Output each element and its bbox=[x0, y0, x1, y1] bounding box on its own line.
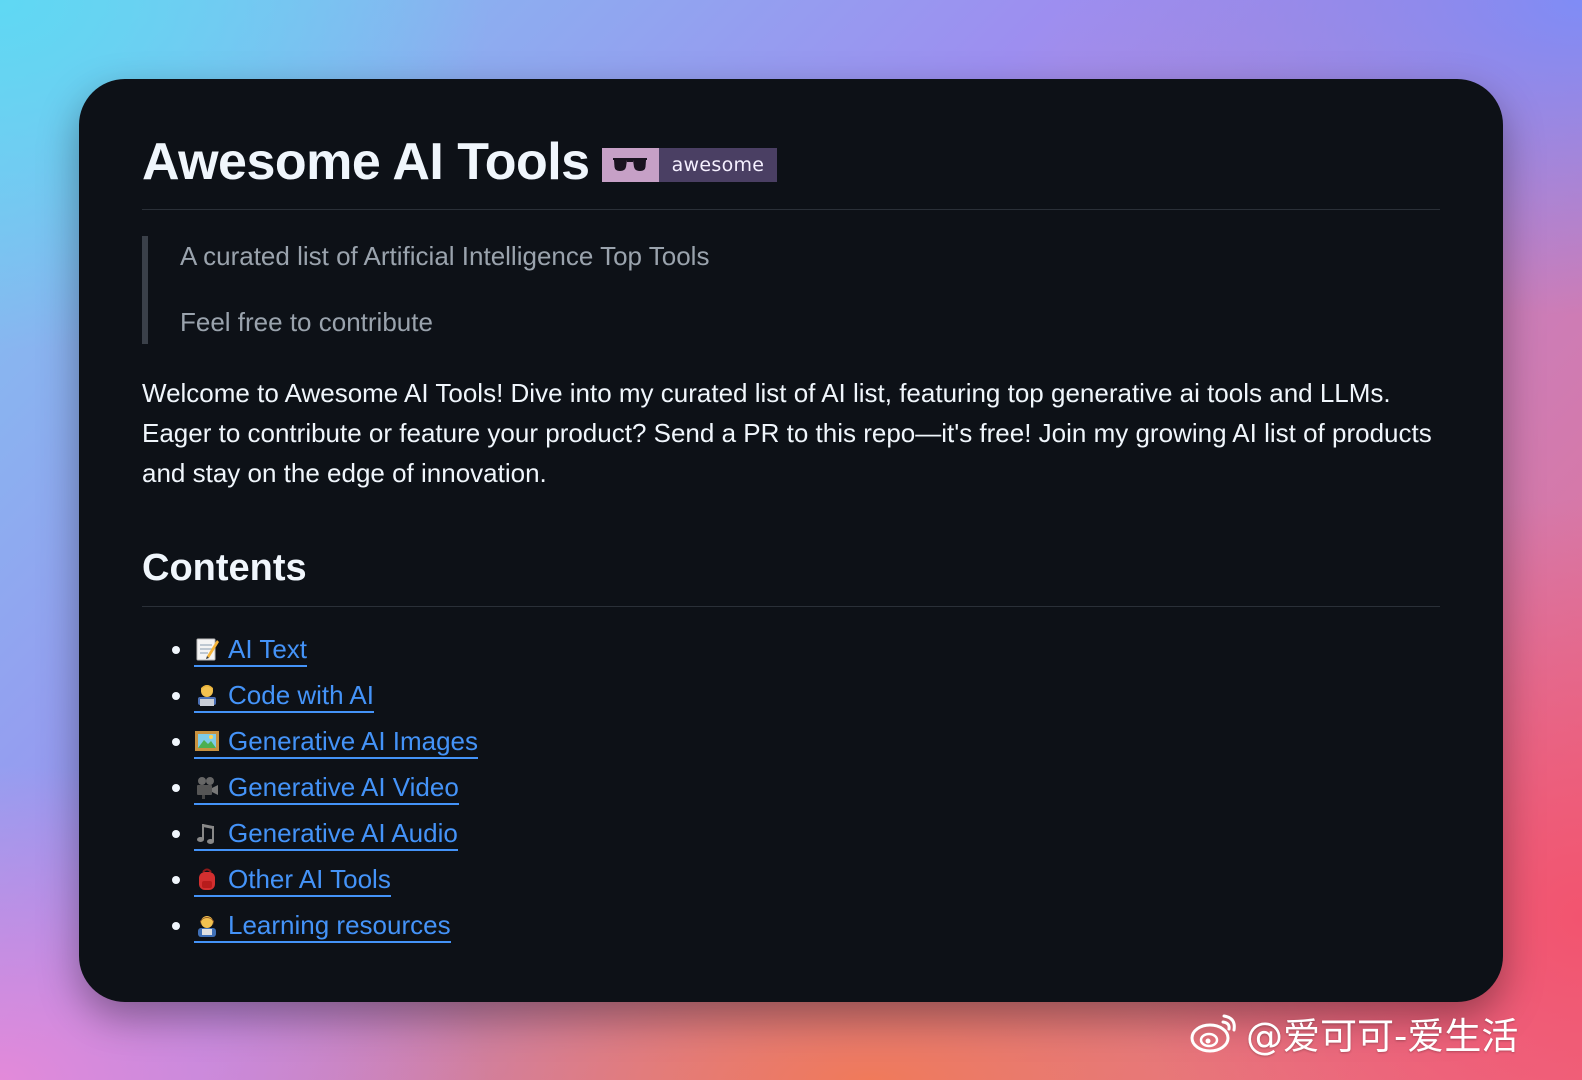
bullet bbox=[172, 692, 180, 700]
link-learning-resources[interactable]: Learning resources bbox=[194, 910, 451, 943]
sunglasses-icon bbox=[601, 148, 659, 182]
bullet bbox=[172, 646, 180, 654]
list-item: AI Text bbox=[142, 627, 1440, 673]
quote-line-1: A curated list of Artificial Intelligenc… bbox=[180, 241, 710, 271]
awesome-badge[interactable]: awesome bbox=[601, 148, 778, 182]
weibo-icon bbox=[1190, 1014, 1236, 1053]
link-code-with-ai[interactable]: Code with AI bbox=[194, 680, 374, 713]
title-row: Awesome AI Tools awesome bbox=[142, 129, 1440, 195]
list-item: Generative AI Audio bbox=[142, 811, 1440, 857]
badge-label: awesome bbox=[658, 148, 778, 182]
contents-heading: Contents bbox=[142, 547, 307, 589]
list-item: Code with AI bbox=[142, 673, 1440, 719]
page-title: Awesome AI Tools bbox=[142, 133, 590, 191]
link-label: Generative AI Audio bbox=[228, 817, 458, 848]
quote-line-2: Feel free to contribute bbox=[180, 307, 433, 337]
bullet bbox=[172, 784, 180, 792]
bullet bbox=[172, 876, 180, 884]
list-item: Learning resources bbox=[142, 903, 1440, 949]
list-item: Generative AI Video bbox=[142, 765, 1440, 811]
intro-paragraph: Welcome to Awesome AI Tools! Dive into m… bbox=[142, 378, 1432, 488]
contents-list: AI Text Code with AI Generative AI Image… bbox=[142, 627, 1440, 949]
list-item: Other AI Tools bbox=[142, 857, 1440, 903]
teacher-icon bbox=[194, 912, 220, 938]
title-divider bbox=[142, 209, 1440, 210]
memo-icon bbox=[194, 636, 220, 662]
bullet bbox=[172, 922, 180, 930]
movie-camera-icon bbox=[194, 774, 220, 800]
link-generative-ai-images[interactable]: Generative AI Images bbox=[194, 725, 479, 759]
framed-picture-icon bbox=[194, 728, 220, 754]
link-label: AI Text bbox=[228, 633, 308, 664]
list-item: Generative AI Images bbox=[142, 719, 1440, 765]
watermark-text: @爱可可-爱生活 bbox=[1246, 1015, 1519, 1058]
link-label: Code with AI bbox=[228, 679, 374, 710]
description-quote: A curated list of Artificial Intelligenc… bbox=[142, 236, 1440, 344]
watermark: @爱可可-爱生活 bbox=[1190, 1008, 1518, 1058]
link-generative-ai-audio[interactable]: Generative AI Audio bbox=[194, 818, 458, 851]
contents-divider bbox=[142, 606, 1440, 607]
backpack-icon bbox=[194, 866, 220, 892]
readme-card: Awesome AI Tools awesome A curated list … bbox=[79, 79, 1503, 1002]
link-label: Learning resources bbox=[228, 909, 451, 940]
link-label: Generative AI Images bbox=[228, 725, 479, 756]
bullet bbox=[172, 830, 180, 838]
link-other-ai-tools[interactable]: Other AI Tools bbox=[194, 864, 391, 897]
bullet bbox=[172, 738, 180, 746]
musical-notes-icon bbox=[194, 820, 220, 846]
technologist-icon bbox=[194, 682, 220, 708]
link-label: Other AI Tools bbox=[228, 863, 391, 894]
link-generative-ai-video[interactable]: Generative AI Video bbox=[194, 772, 459, 805]
link-label: Generative AI Video bbox=[228, 771, 459, 802]
link-ai-text[interactable]: AI Text bbox=[194, 633, 308, 667]
